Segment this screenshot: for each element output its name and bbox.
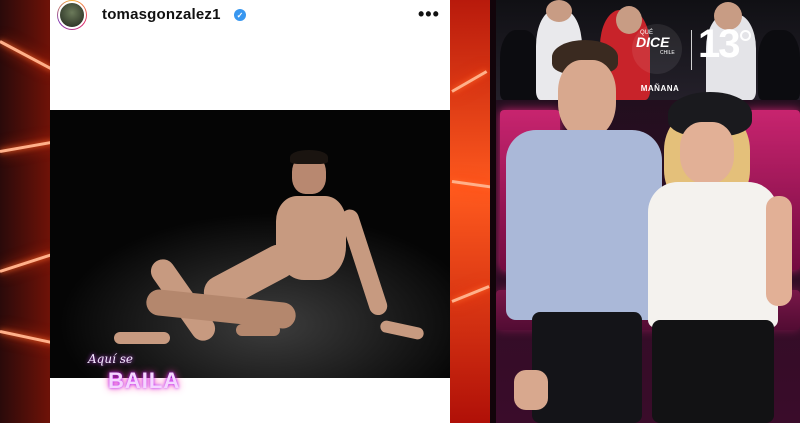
woman-jeans bbox=[652, 320, 774, 423]
show-watermark-logo: Aquí se BAILA bbox=[88, 352, 218, 398]
figure-hand bbox=[379, 319, 425, 341]
figure-arm bbox=[338, 207, 390, 318]
neon-line bbox=[0, 140, 55, 153]
figure-hair bbox=[290, 150, 328, 164]
more-options-icon[interactable]: ••• bbox=[418, 4, 440, 25]
neon-panel-right bbox=[450, 0, 492, 423]
avatar[interactable] bbox=[57, 0, 87, 30]
post-header: tomasgonzalez1 ✓ ••• bbox=[50, 0, 450, 32]
logo-script-text: Aquí se bbox=[88, 352, 133, 366]
post-photo bbox=[50, 110, 450, 378]
woman-face bbox=[680, 122, 734, 184]
figure-foot bbox=[114, 332, 170, 344]
neon-line bbox=[451, 180, 492, 189]
figure-foot-back bbox=[236, 324, 280, 336]
man-trousers bbox=[532, 312, 642, 423]
verified-badge-icon: ✓ bbox=[234, 9, 246, 21]
woman-top bbox=[648, 182, 778, 328]
avatar-image bbox=[58, 1, 86, 29]
neon-line bbox=[451, 70, 488, 93]
woman-arm bbox=[766, 196, 792, 306]
neon-line bbox=[0, 253, 53, 273]
neon-line bbox=[0, 330, 55, 345]
neon-line bbox=[451, 285, 490, 303]
man-head bbox=[558, 60, 616, 138]
tv-studio-frame: QUÉ DICE CHILE MAÑANA 13 bbox=[496, 0, 800, 423]
logo-main-text: BAILA bbox=[108, 368, 181, 393]
man-hand bbox=[514, 370, 548, 410]
instagram-post: tomasgonzalez1 ✓ ••• Aquí se BAILA bbox=[50, 0, 450, 423]
username[interactable]: tomasgonzalez1 bbox=[102, 6, 221, 23]
neon-line bbox=[0, 40, 54, 71]
host-woman bbox=[636, 0, 800, 423]
